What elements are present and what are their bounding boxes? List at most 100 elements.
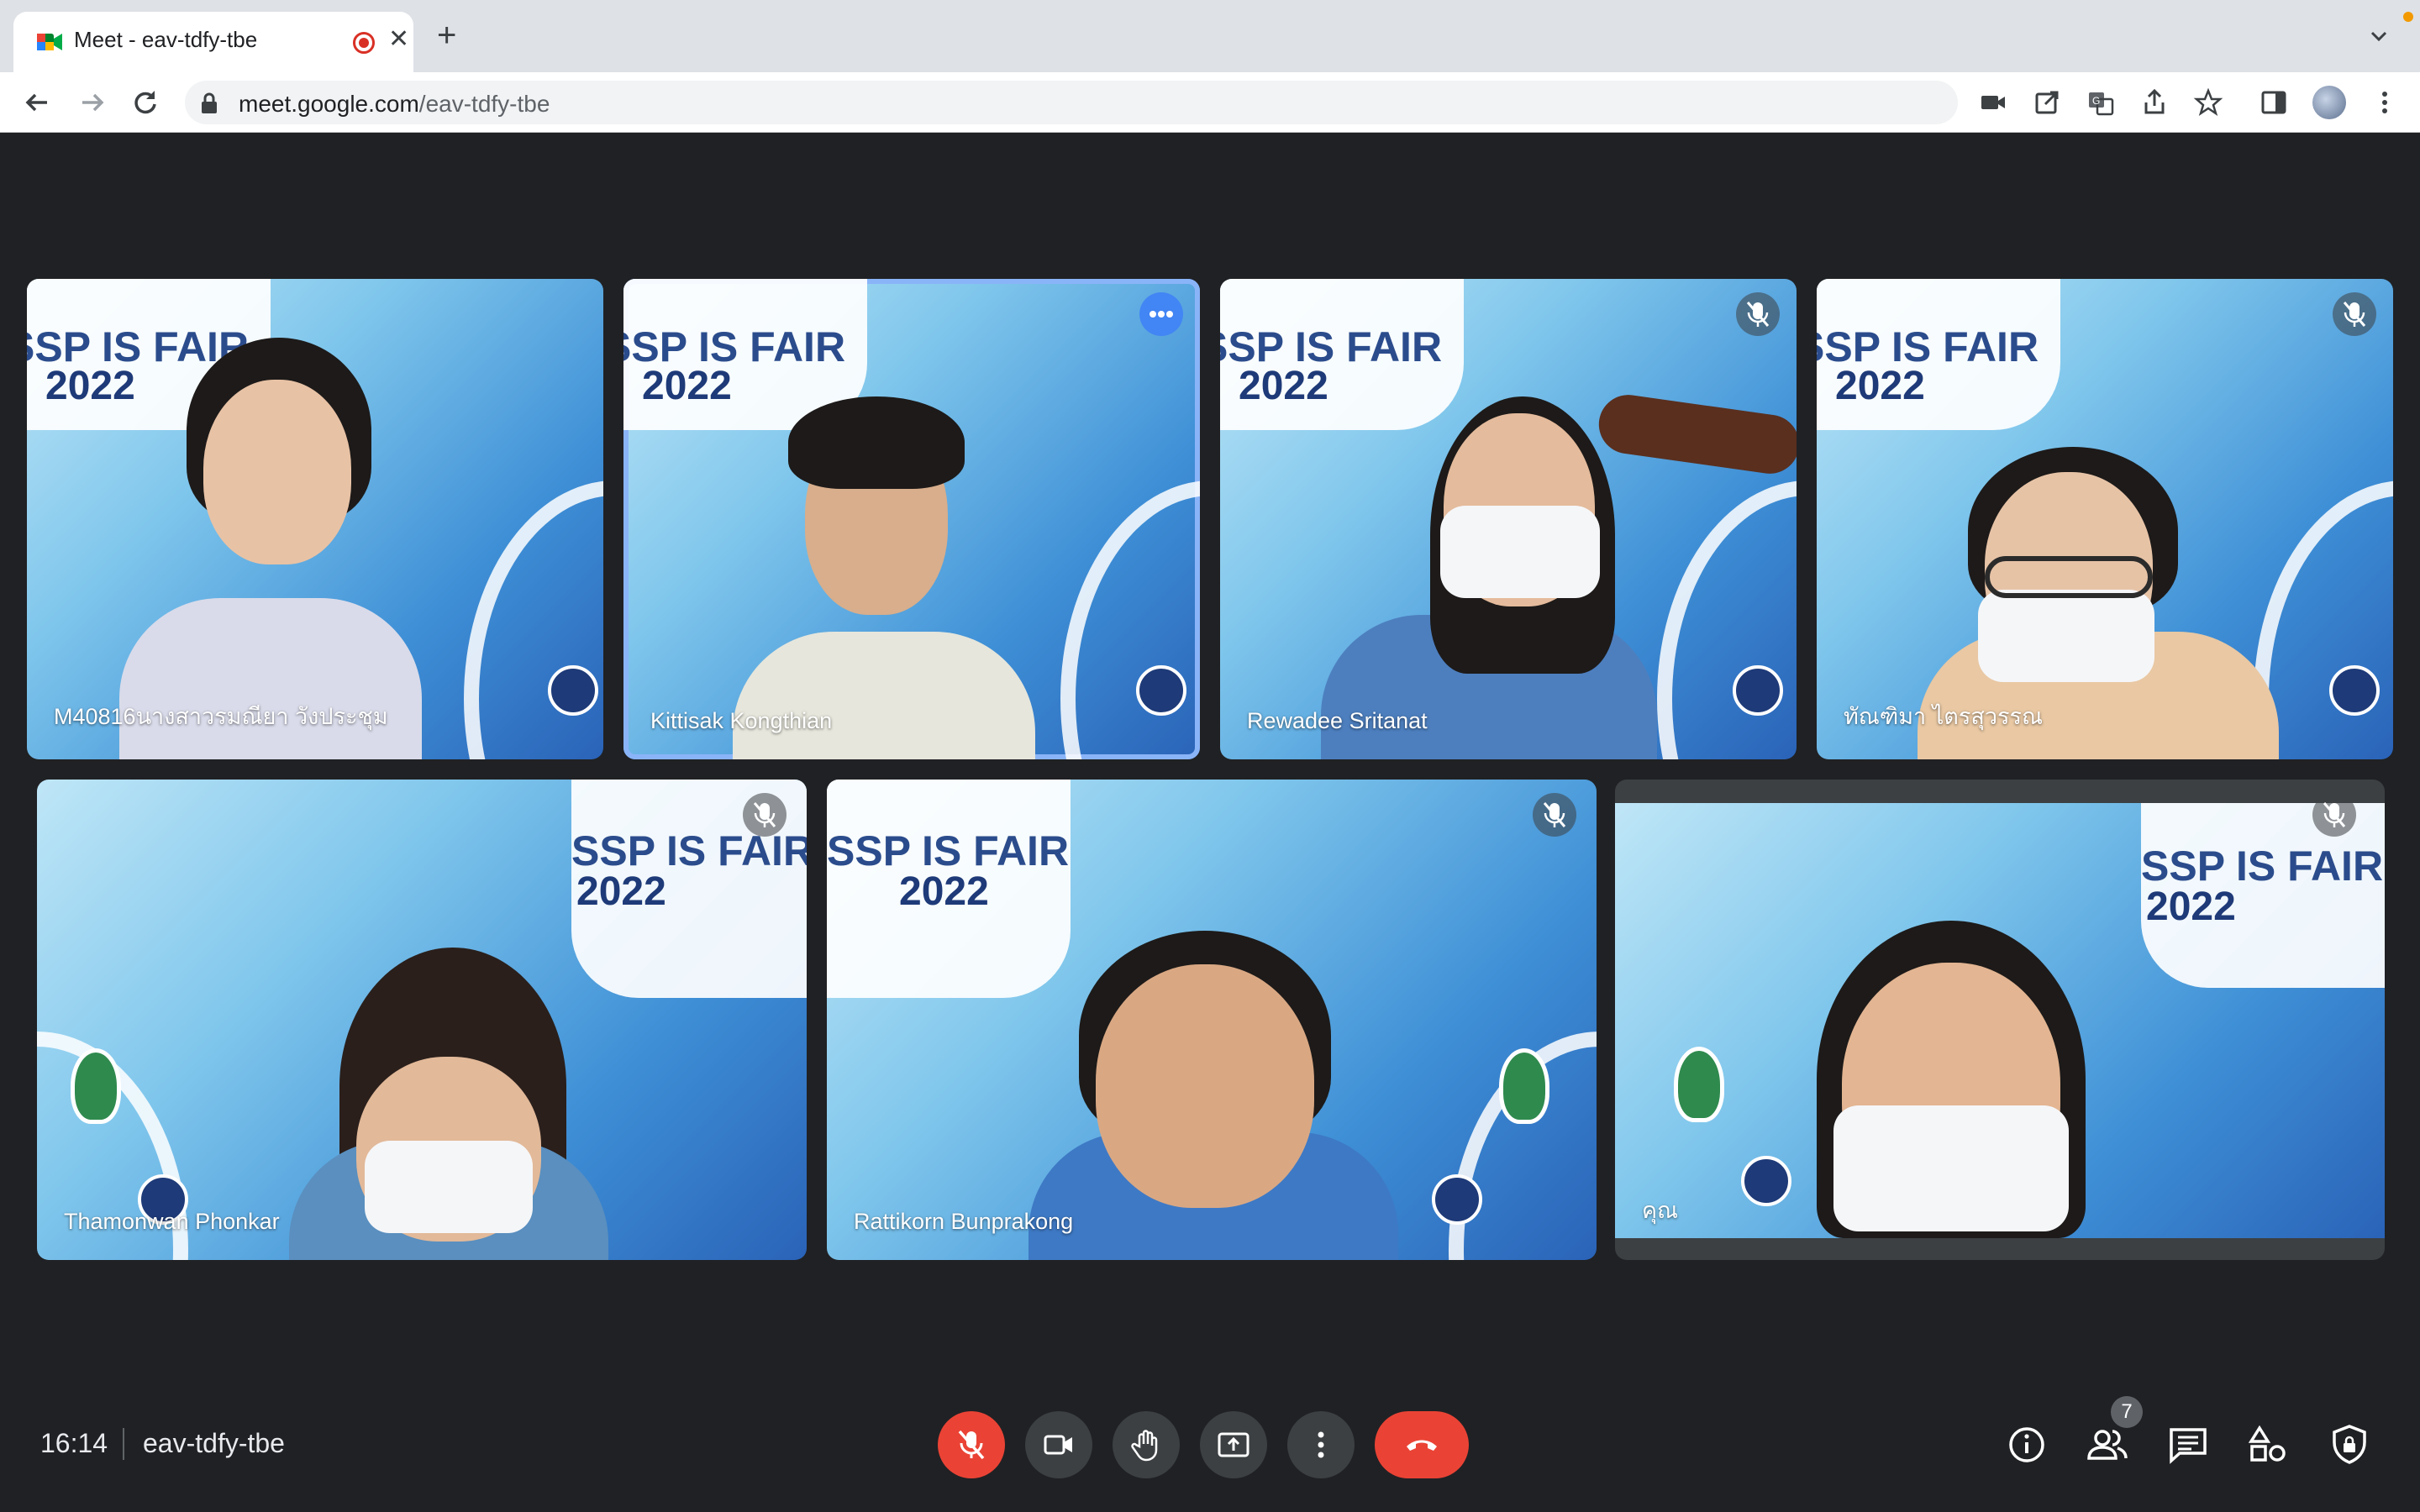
raise-hand-icon [1131,1430,1158,1462]
participant-count-badge: 7 [2111,1396,2143,1428]
reload-icon[interactable] [129,87,160,118]
url-path: /eav-tdfy-tbe [418,91,550,117]
tile-options-button[interactable] [1139,292,1183,336]
globe-logo-icon [548,665,598,716]
backdrop-year: 2022 [1835,364,1925,408]
participant-tile-4[interactable]: SSP IS FAIR 2022 ทัณฑิมา ไตรสุวรรณ [1817,279,2393,759]
divider [123,1428,124,1460]
lock-icon[interactable] [200,92,218,114]
school-emblem-icon [1674,1047,1724,1122]
muted-indicator [1533,793,1576,837]
backdrop-year: 2022 [642,364,732,408]
people-icon[interactable] [2084,1421,2131,1468]
participant-tile-5[interactable]: SSP IS FAIR 2022 Thamonwan Phonkar [37,780,807,1260]
more-vert-icon [1318,1431,1324,1458]
meeting-controls-bar: 16:14 eav-tdfy-tbe [0,1389,2420,1499]
participant-tile-3[interactable]: SSP IS FAIR 2022 Rewadee Sritanat [1220,279,1797,759]
globe-logo-icon [1733,665,1783,716]
browser-tab[interactable]: Meet - eav-tdfy-tbe ✕ [13,12,413,72]
camera-in-use-icon[interactable] [1978,87,2008,118]
backdrop-banner: SSP IS FAIR 2022 [1817,279,2060,430]
participant-tile-1[interactable]: SSP IS FAIR 2022 M40816นางสาวรมณียา วังป… [27,279,603,759]
side-panel-icon[interactable] [2259,87,2289,118]
participant-name: Thamonwan Phonkar [64,1209,280,1234]
backdrop-title: SSP IS FAIR [2141,843,2384,890]
muted-indicator [743,793,786,837]
muted-indicator [1736,292,1780,336]
videocam-icon [1044,1435,1072,1455]
participant-name: Rewadee Sritanat [1247,708,1428,733]
backdrop-year: 2022 [576,869,666,914]
chat-icon[interactable] [2165,1421,2212,1468]
call-end-icon [1407,1440,1437,1451]
mic-off-icon [1746,302,1770,327]
backdrop-year: 2022 [899,869,989,914]
meeting-time: 16:14 [40,1428,108,1458]
profile-avatar[interactable] [2312,86,2346,119]
backdrop-banner: SSP IS FAIR 2022 [1220,279,1464,430]
tab-search-chevron-icon[interactable] [2370,27,2388,45]
mic-off-icon [958,1430,985,1460]
tab-title: Meet - eav-tdfy-tbe [74,27,258,52]
participant-tile-2[interactable]: SSP IS FAIR 2022 Kittisak Kongthian [623,279,1200,759]
participant-name: Kittisak Kongthian [650,708,833,733]
backdrop-title: SSP IS FAIR [623,323,846,370]
globe-logo-icon [2329,665,2380,716]
more-horiz-icon [1150,311,1173,318]
url-text: meet.google.com/eav-tdfy-tbe [239,91,550,118]
participant-tile-6[interactable]: SSP IS FAIR 2022 Rattikorn Bunprakong [827,780,1597,1260]
translate-icon[interactable]: G [2086,87,2116,118]
kebab-menu-icon[interactable] [2370,87,2400,118]
toggle-microphone-button[interactable] [938,1411,1005,1478]
muted-indicator [2333,292,2376,336]
forward-arrow-icon[interactable] [77,87,108,118]
mic-off-icon [1543,802,1566,827]
backdrop-year: 2022 [2146,885,2236,929]
mic-off-icon [2323,802,2346,827]
backdrop-title: SSP IS FAIR [1817,323,2039,370]
url-host: meet.google.com [239,91,419,117]
new-tab-button[interactable]: + [437,18,456,52]
leave-call-button[interactable] [1375,1411,1469,1478]
raise-hand-button[interactable] [1113,1411,1180,1478]
participant-tile-self[interactable]: SSP IS FAIR 2022 คุณ [1615,780,2385,1260]
more-options-button[interactable] [1287,1411,1355,1478]
globe-logo-icon [1741,1156,1791,1206]
participant-name: M40816นางสาวรมณียา วังประชุม [54,704,388,729]
backdrop-wave [1060,480,1200,759]
share-icon[interactable] [2139,87,2170,118]
backdrop-wave [1657,480,1797,759]
tab-close-icon[interactable]: ✕ [388,27,409,52]
globe-logo-icon [1136,665,1186,716]
present-now-button[interactable] [1200,1411,1267,1478]
meeting-code: eav-tdfy-tbe [143,1428,285,1458]
participant-name: ทัณฑิมา ไตรสุวรรณ [1844,704,2044,729]
school-emblem-icon [1499,1048,1549,1124]
mic-off-icon [753,802,776,827]
back-arrow-icon[interactable] [22,87,52,118]
present-to-all-icon [1218,1432,1249,1457]
meet-favicon-icon [37,34,62,50]
backdrop-year: 2022 [45,364,135,408]
globe-logo-icon [1432,1174,1482,1225]
browser-toolbar: meet.google.com/eav-tdfy-tbe G [0,72,2420,133]
activities-icon[interactable] [2245,1421,2292,1468]
toggle-camera-button[interactable] [1025,1411,1092,1478]
backdrop-wave [464,480,603,759]
address-bar[interactable]: meet.google.com/eav-tdfy-tbe [185,81,1958,124]
meeting-stage: SSP IS FAIR 2022 M40816นางสาวรมณียา วังป… [0,133,2420,1512]
self-video: SSP IS FAIR 2022 คุณ [1615,803,2385,1238]
backdrop-year: 2022 [1239,364,1328,408]
bookmark-star-icon[interactable] [2193,87,2223,118]
backdrop-banner: SSP IS FAIR 2022 [827,780,1071,998]
meeting-details-info-icon[interactable] [2003,1421,2050,1468]
participant-name: Rattikorn Bunprakong [854,1209,1074,1234]
update-dot-icon [2403,12,2413,22]
open-in-new-icon[interactable] [2032,87,2062,118]
recording-indicator-icon [353,32,375,54]
muted-indicator [2312,793,2356,837]
host-controls-icon[interactable] [2326,1421,2373,1468]
participant-name: คุณ [1642,1198,1679,1223]
svg-text:G: G [2092,95,2100,107]
backdrop-title: SSP IS FAIR [827,827,1070,874]
